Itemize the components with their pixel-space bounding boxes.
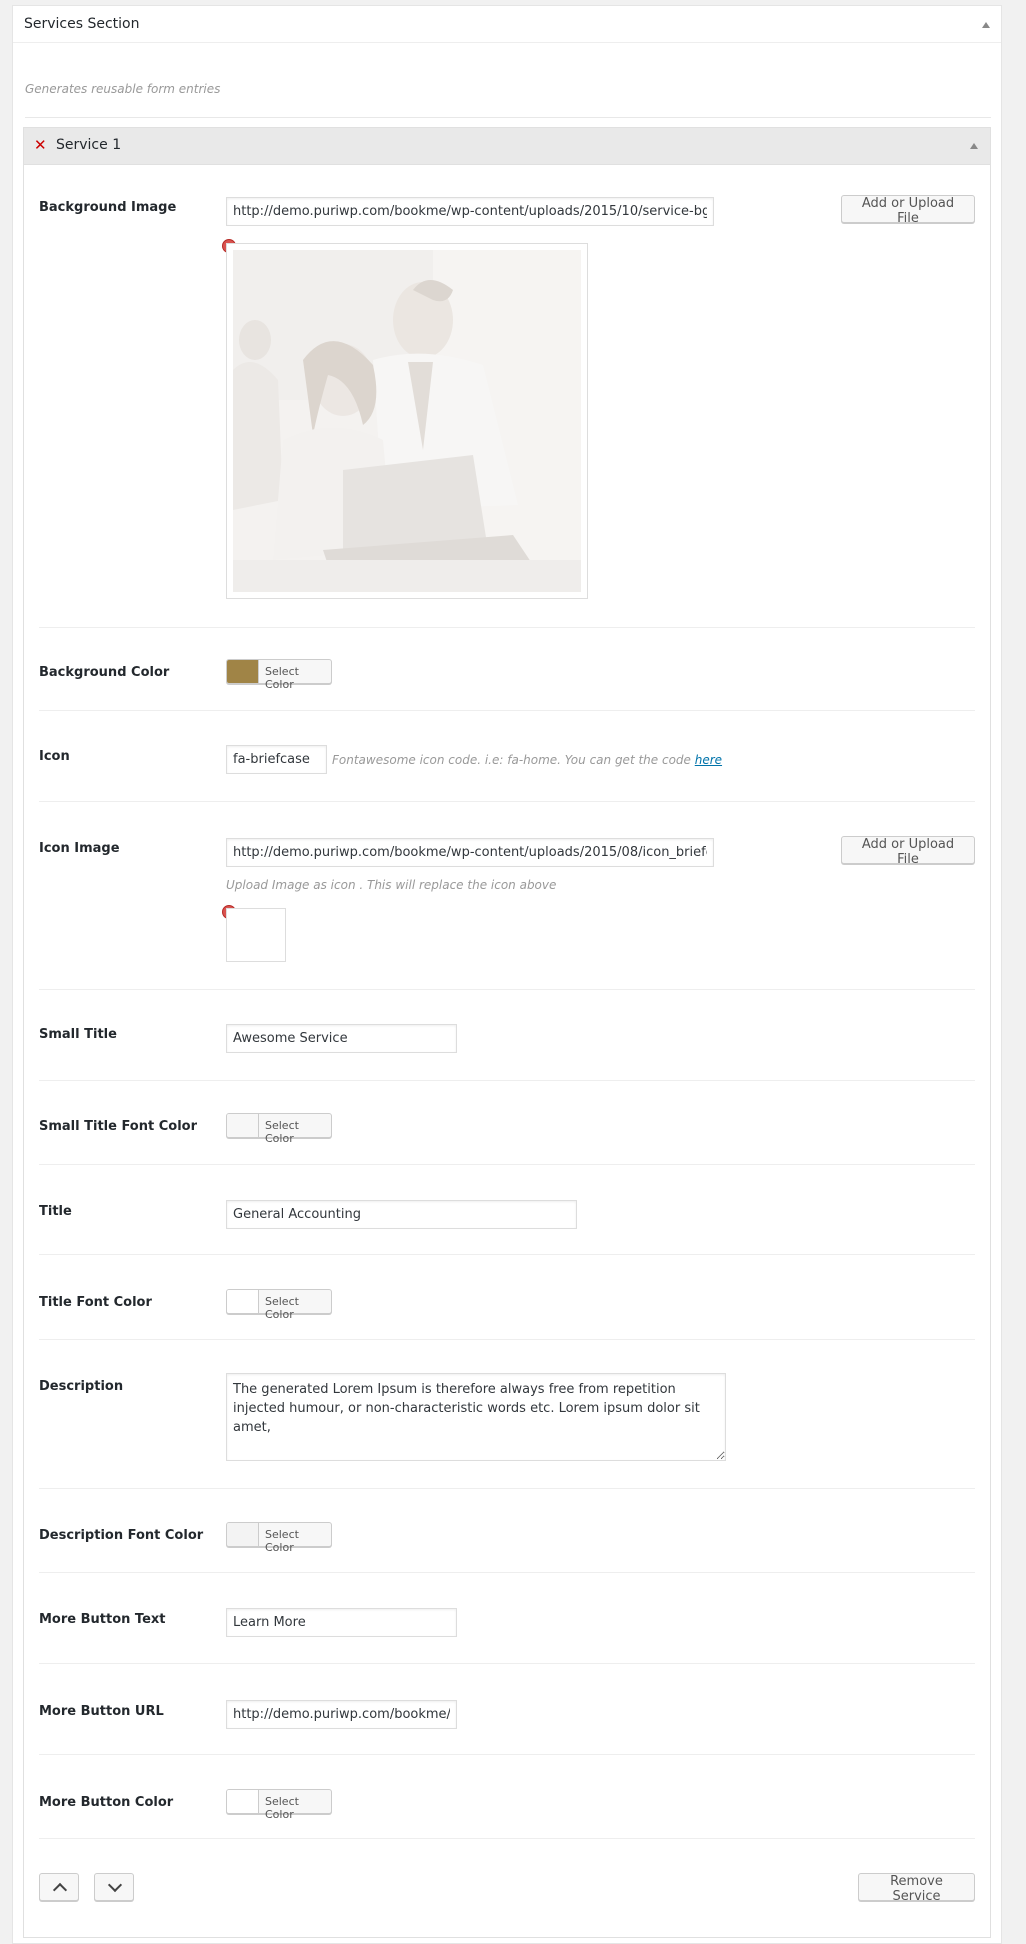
description-textarea[interactable]: The generated Lorem Ipsum is therefore a… [226, 1373, 726, 1461]
small-title-label: Small Title [39, 1027, 117, 1042]
more-button-color-label: More Button Color [39, 1795, 174, 1810]
divider [39, 1754, 975, 1755]
small-title-font-color-swatch [227, 1114, 259, 1137]
title-input[interactable] [226, 1200, 577, 1229]
divider [39, 1254, 975, 1255]
panel-description: Generates reusable form entries [25, 82, 221, 96]
divider [39, 1572, 975, 1573]
more-button-text-label: More Button Text [39, 1612, 166, 1627]
icon-image-hint: Upload Image as icon . This will replace… [226, 878, 557, 892]
remove-service-icon[interactable]: ✕ [34, 136, 47, 154]
description-font-color-button-label: Select Color [265, 1528, 299, 1554]
background-color-label: Background Color [39, 665, 170, 680]
background-color-picker[interactable]: Select Color [226, 659, 332, 691]
more-button-url-label: More Button URL [39, 1704, 164, 1719]
panel-header[interactable]: Services Section [13, 6, 1001, 43]
move-up-button[interactable] [39, 1873, 79, 1901]
icon-label: Icon [39, 749, 70, 764]
divider [39, 989, 975, 990]
icon-hint: Fontawesome icon code. i.e: fa-home. You… [332, 753, 722, 767]
description-font-color-swatch [227, 1523, 259, 1546]
service-group-title: Service 1 [56, 137, 122, 153]
icon-image-upload-button[interactable]: Add or Upload File [841, 836, 975, 867]
icon-hint-link[interactable]: here [695, 753, 722, 767]
title-label: Title [39, 1204, 72, 1219]
background-image-label: Background Image [39, 200, 177, 215]
divider [39, 710, 975, 711]
description-label: Description [39, 1379, 124, 1394]
icon-image-url-input[interactable] [226, 838, 714, 867]
more-button-color-button-label: Select Color [265, 1795, 299, 1821]
description-font-color-label: Description Font Color [39, 1528, 204, 1543]
description-font-color-picker[interactable]: Select Color [226, 1522, 332, 1554]
divider [39, 627, 975, 628]
divider [39, 1663, 975, 1664]
more-button-color-picker[interactable]: Select Color [226, 1789, 332, 1821]
small-title-input[interactable] [226, 1024, 457, 1053]
background-color-button-label: Select Color [265, 665, 299, 691]
service-group-header[interactable]: ✕ Service 1 [24, 128, 990, 165]
background-image-photo [233, 250, 581, 592]
icon-hint-text: Fontawesome icon code. i.e: fa-home. You… [332, 753, 691, 767]
background-image-url-input[interactable] [226, 197, 714, 226]
background-color-swatch [227, 660, 259, 683]
title-font-color-label: Title Font Color [39, 1295, 152, 1310]
collapse-service-icon[interactable] [970, 143, 978, 149]
divider [39, 801, 975, 802]
background-image-upload-button[interactable]: Add or Upload File [841, 195, 975, 226]
remove-service-button[interactable]: Remove Service [858, 1873, 975, 1904]
icon-image-label: Icon Image [39, 841, 120, 856]
title-font-color-picker[interactable]: Select Color [226, 1289, 332, 1321]
title-font-color-button-label: Select Color [265, 1295, 299, 1321]
more-button-url-input[interactable] [226, 1700, 457, 1729]
small-title-font-color-label: Small Title Font Color [39, 1119, 198, 1134]
divider [39, 1838, 975, 1839]
collapse-panel-icon[interactable] [982, 22, 990, 28]
more-button-color-swatch [227, 1790, 259, 1813]
panel-title: Services Section [24, 16, 140, 32]
chevron-up-icon [52, 1882, 68, 1898]
background-image-preview [226, 243, 588, 599]
divider [39, 1080, 975, 1081]
more-button-text-input[interactable] [226, 1608, 457, 1637]
icon-image-preview [226, 908, 286, 962]
title-font-color-swatch [227, 1290, 259, 1313]
divider [39, 1339, 975, 1340]
small-title-font-color-picker[interactable]: Select Color [226, 1113, 332, 1145]
divider [25, 117, 991, 118]
divider [39, 1164, 975, 1165]
divider [39, 1488, 975, 1489]
small-title-font-color-button-label: Select Color [265, 1119, 299, 1145]
chevron-down-icon [107, 1877, 123, 1893]
icon-code-input[interactable] [226, 745, 327, 774]
move-down-button[interactable] [94, 1873, 134, 1901]
